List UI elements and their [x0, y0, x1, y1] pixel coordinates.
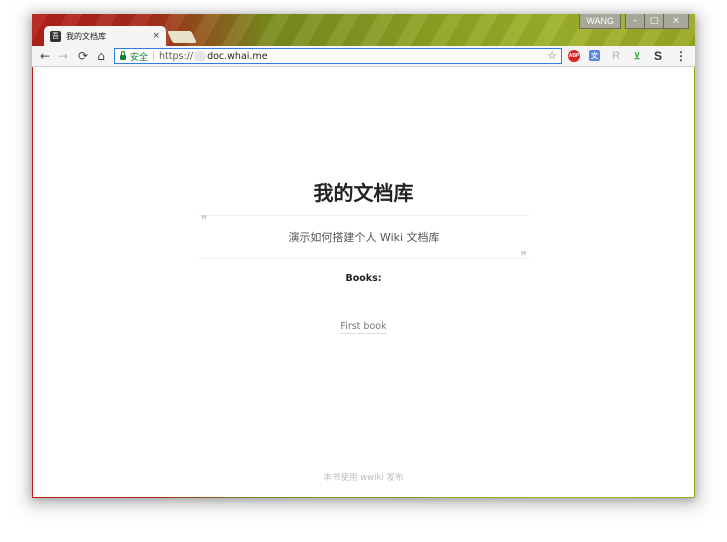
- url-scheme: https://: [159, 50, 194, 62]
- home-button[interactable]: ⌂: [92, 46, 110, 66]
- browser-menu-icon[interactable]: ⋮: [674, 49, 688, 63]
- maximize-button[interactable]: □: [645, 14, 664, 29]
- r-extension-icon[interactable]: R: [609, 49, 623, 63]
- site-description: 演示如何搭建个人 Wiki 文档库: [288, 231, 440, 244]
- minimize-button[interactable]: –: [625, 14, 645, 29]
- description-blockquote: ❞ 演示如何搭建个人 Wiki 文档库 ❞: [199, 213, 529, 263]
- address-separator: [153, 51, 155, 61]
- browser-window: WANG – □ × 吾 我的文档库 × ← → ⟳ ⌂ 安全 https://…: [32, 14, 695, 498]
- address-bar[interactable]: 安全 https:// doc.whai.me ☆: [114, 48, 562, 64]
- tab-title: 我的文档库: [66, 31, 106, 41]
- window-controls: WANG – □ ×: [579, 14, 689, 29]
- page-title: 我的文档库: [313, 181, 414, 205]
- browser-toolbar: ← → ⟳ ⌂ 安全 https:// doc.whai.me ☆ ABP 文 …: [32, 46, 695, 67]
- book-list-item: First book: [33, 314, 694, 334]
- secure-label: 安全: [130, 52, 149, 63]
- tab-close-icon[interactable]: ×: [152, 31, 160, 41]
- adblock-plus-icon[interactable]: ABP: [568, 50, 580, 62]
- lock-icon: [120, 50, 126, 60]
- reload-button[interactable]: ⟳: [74, 46, 92, 66]
- url-host: doc.whai.me: [207, 50, 268, 62]
- forward-button[interactable]: →: [54, 46, 72, 66]
- open-quote-icon: ❞: [201, 213, 208, 227]
- translate-icon[interactable]: 文: [589, 50, 600, 61]
- back-button[interactable]: ←: [36, 46, 54, 66]
- s-extension-icon[interactable]: S: [651, 49, 665, 63]
- user-profile-badge[interactable]: WANG: [579, 14, 621, 29]
- page-viewport: 我的文档库 ❞ 演示如何搭建个人 Wiki 文档库 ❞ Books: First…: [33, 67, 694, 497]
- browser-tab[interactable]: 吾 我的文档库 ×: [44, 26, 166, 46]
- url-redacted-segment: [194, 50, 207, 62]
- close-quote-icon: ❞: [520, 249, 527, 263]
- bookmark-star-icon[interactable]: ☆: [547, 49, 557, 63]
- books-heading: Books:: [345, 273, 382, 284]
- first-book-link[interactable]: First book: [340, 321, 387, 334]
- close-window-button[interactable]: ×: [664, 14, 689, 29]
- page-footer: 本书使用 wwiki 发布: [323, 473, 404, 483]
- new-tab-button[interactable]: [167, 31, 197, 43]
- site-favicon-icon: 吾: [50, 30, 61, 42]
- pin-extension-icon[interactable]: ⊻: [630, 49, 644, 63]
